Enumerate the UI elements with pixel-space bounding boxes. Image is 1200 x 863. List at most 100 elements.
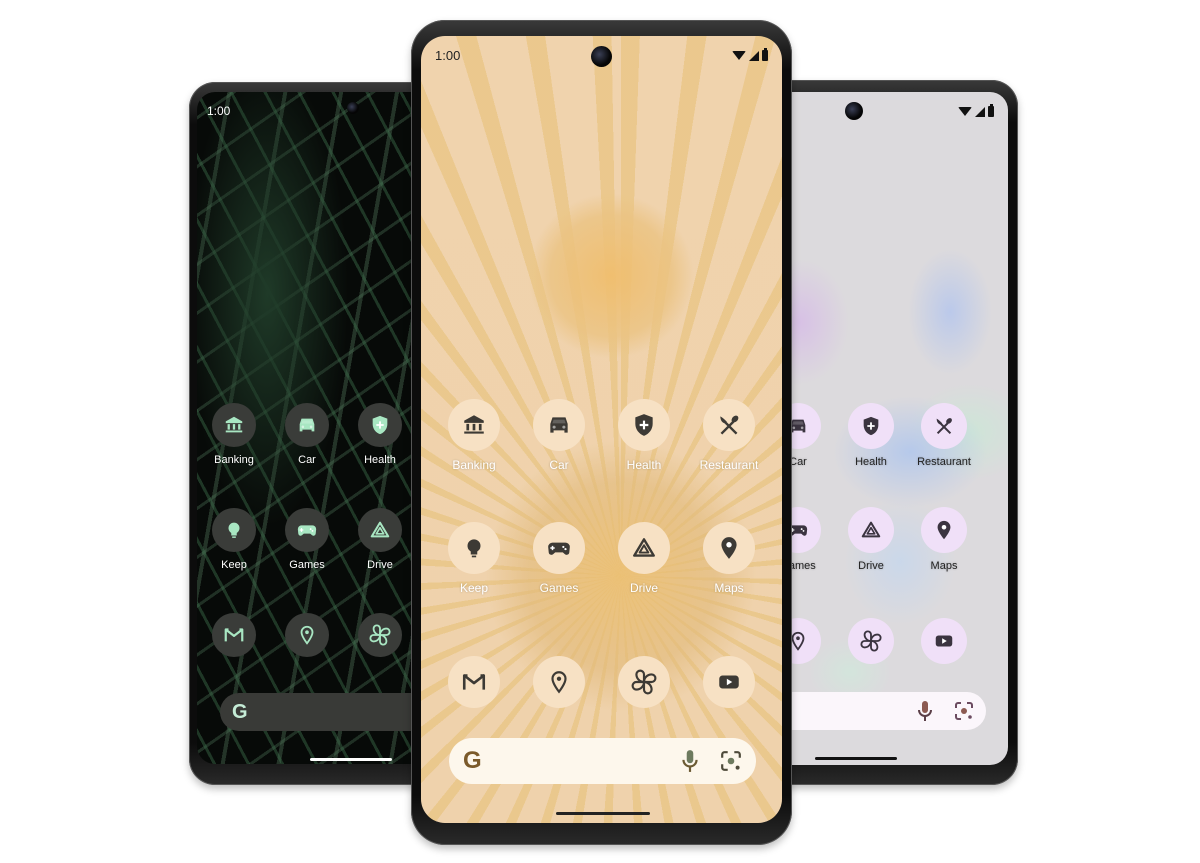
app-label: Banking xyxy=(214,454,254,466)
status-icons xyxy=(732,48,768,61)
app-label: Drive xyxy=(367,559,393,571)
home-screen: 1:00 Banking Car Health Restaurant Keep Games… xyxy=(421,36,782,823)
app-label: Maps xyxy=(714,581,744,595)
search-bar[interactable] xyxy=(770,692,986,730)
dock-photos-pinwheel[interactable] xyxy=(340,613,420,657)
lens-icon[interactable] xyxy=(720,750,742,772)
google-g-icon: G xyxy=(463,747,482,774)
drive-icon xyxy=(848,507,894,553)
app-label: Keep xyxy=(221,559,247,571)
maps-pin-icon xyxy=(703,522,755,574)
dock-gmail[interactable] xyxy=(434,656,514,708)
photos-pinwheel-icon xyxy=(848,618,894,664)
app-label: Car xyxy=(549,458,569,472)
lens-icon[interactable] xyxy=(954,701,974,721)
drive-icon xyxy=(358,508,402,552)
app-label: Games xyxy=(289,559,325,571)
maps-pin-icon xyxy=(921,507,967,553)
bank-icon xyxy=(212,403,256,447)
app-label: Car xyxy=(298,454,316,466)
app-restaurant[interactable]: Restaurant xyxy=(904,403,984,468)
health-shield-icon xyxy=(358,403,402,447)
gmail-icon xyxy=(212,613,256,657)
dock-maps-pin[interactable] xyxy=(267,613,347,657)
gamepad-icon xyxy=(285,508,329,552)
app-keep[interactable]: Keep xyxy=(197,508,274,571)
app-label: Drive xyxy=(858,560,884,572)
signal-icon xyxy=(975,106,985,117)
app-car[interactable]: Car xyxy=(519,399,599,472)
battery-icon xyxy=(762,48,768,61)
app-health[interactable]: Health xyxy=(340,403,420,466)
phone-right-light-theme: Car Health Restaurant Games Drive Maps xyxy=(760,80,1018,785)
maps-pin-icon xyxy=(285,613,329,657)
health-shield-icon xyxy=(618,399,670,451)
app-health[interactable]: Health xyxy=(604,399,684,472)
lightbulb-icon xyxy=(212,508,256,552)
restaurant-icon xyxy=(921,403,967,449)
car-icon xyxy=(533,399,585,451)
app-label: Banking xyxy=(452,458,496,472)
gesture-bar[interactable] xyxy=(815,757,897,760)
photos-pinwheel-icon xyxy=(618,656,670,708)
bank-icon xyxy=(448,399,500,451)
search-bar[interactable]: G xyxy=(220,693,431,731)
gmail-icon xyxy=(448,656,500,708)
youtube-icon xyxy=(921,618,967,664)
app-drive[interactable]: Drive xyxy=(340,508,420,571)
wifi-icon xyxy=(732,51,746,60)
app-drive[interactable]: Drive xyxy=(831,507,911,572)
app-health[interactable]: Health xyxy=(831,403,911,468)
car-icon xyxy=(285,403,329,447)
app-games[interactable]: Games xyxy=(519,522,599,595)
app-restaurant[interactable]: Restaurant xyxy=(689,399,769,472)
app-label: Health xyxy=(364,454,396,466)
app-label: Health xyxy=(626,458,662,472)
wifi-icon xyxy=(958,107,972,116)
health-shield-icon xyxy=(848,403,894,449)
front-camera xyxy=(347,102,359,114)
drive-icon xyxy=(618,522,670,574)
app-drive[interactable]: Drive xyxy=(604,522,684,595)
dock-photos-pinwheel[interactable] xyxy=(604,656,684,708)
app-label: Restaurant xyxy=(917,456,971,468)
gamepad-icon xyxy=(533,522,585,574)
dock-youtube[interactable] xyxy=(689,656,769,708)
youtube-icon xyxy=(703,656,755,708)
app-car[interactable]: Car xyxy=(267,403,347,466)
home-screen: Car Health Restaurant Games Drive Maps xyxy=(770,92,1008,765)
restaurant-icon xyxy=(703,399,755,451)
google-g-icon: G xyxy=(232,700,248,723)
mic-icon[interactable] xyxy=(918,700,932,722)
dock-youtube[interactable] xyxy=(904,618,984,664)
app-keep[interactable]: Keep xyxy=(434,522,514,595)
app-label: Drive xyxy=(629,581,658,595)
dock-gmail[interactable] xyxy=(197,613,274,657)
status-time: 1:00 xyxy=(435,48,461,63)
lightbulb-icon xyxy=(448,522,500,574)
app-label: Keep xyxy=(459,581,489,595)
phone-left-dark-theme: 1:00 Banking Car Health Keep Games Drive G xyxy=(189,82,439,785)
photos-pinwheel-icon xyxy=(358,613,402,657)
signal-icon xyxy=(749,50,759,61)
app-maps[interactable]: Maps xyxy=(689,522,769,595)
mic-icon[interactable] xyxy=(682,749,698,773)
phone-center-peach-theme: 1:00 Banking Car Health Restaurant Keep Games… xyxy=(411,20,792,845)
front-camera xyxy=(591,46,612,67)
dock-maps-pin[interactable] xyxy=(519,656,599,708)
app-label: Health xyxy=(855,456,887,468)
front-camera xyxy=(845,102,863,120)
app-label: Games xyxy=(539,581,579,595)
gesture-bar[interactable] xyxy=(556,812,650,815)
dock-photos-pinwheel[interactable] xyxy=(831,618,911,664)
status-time: 1:00 xyxy=(207,104,231,118)
app-maps[interactable]: Maps xyxy=(904,507,984,572)
app-banking[interactable]: Banking xyxy=(434,399,514,472)
app-banking[interactable]: Banking xyxy=(197,403,274,466)
gesture-bar[interactable] xyxy=(310,758,392,761)
battery-icon xyxy=(988,104,994,117)
home-screen: 1:00 Banking Car Health Keep Games Drive G xyxy=(197,92,431,764)
status-icons xyxy=(958,104,994,117)
search-bar[interactable]: G xyxy=(449,738,756,784)
app-games[interactable]: Games xyxy=(267,508,347,571)
